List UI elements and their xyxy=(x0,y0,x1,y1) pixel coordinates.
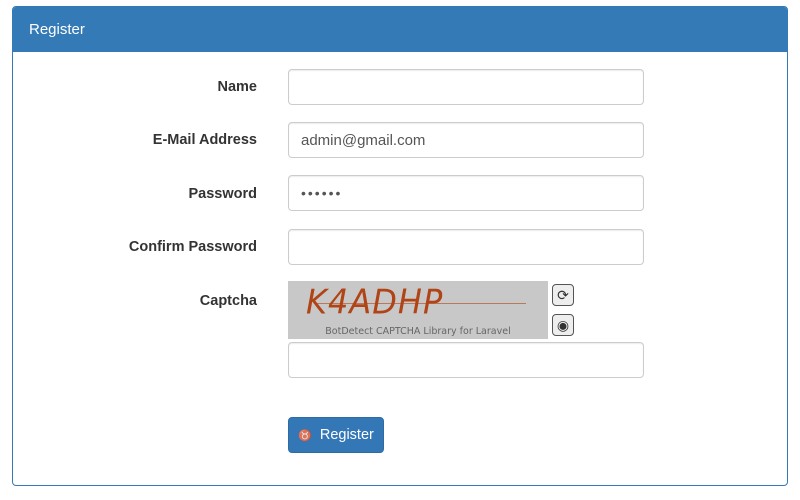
panel-title: Register xyxy=(13,7,787,52)
name-label: Name xyxy=(217,79,258,95)
password-input[interactable]: •••••• xyxy=(288,175,644,211)
captcha-sound-button[interactable]: ◉ xyxy=(552,314,574,336)
confirm-password-input[interactable] xyxy=(288,229,644,265)
email-label: E-Mail Address xyxy=(152,132,257,148)
register-button[interactable]: ♉ Register xyxy=(288,417,384,453)
reload-icon: ⟳ xyxy=(557,286,569,303)
captcha-image: K4ADHP BotDetect CAPTCHA Library for Lar… xyxy=(288,281,548,339)
sound-icon: ◉ xyxy=(556,316,570,333)
name-input[interactable] xyxy=(288,69,644,105)
email-input[interactable] xyxy=(288,122,644,158)
user-icon: ♉ xyxy=(298,429,312,442)
register-button-label: Register xyxy=(319,427,374,443)
captcha-code: K4ADHP xyxy=(306,282,444,322)
password-label: Password xyxy=(188,186,258,202)
captcha-reload-button[interactable]: ⟳ xyxy=(552,284,574,306)
confirm-password-label: Confirm Password xyxy=(128,239,257,255)
captcha-caption: BotDetect CAPTCHA Library for Laravel xyxy=(325,326,511,337)
register-panel: Register Name E-Mail Address Password ••… xyxy=(12,6,788,486)
captcha-label: Captcha xyxy=(199,293,257,309)
captcha-input[interactable] xyxy=(288,342,644,378)
